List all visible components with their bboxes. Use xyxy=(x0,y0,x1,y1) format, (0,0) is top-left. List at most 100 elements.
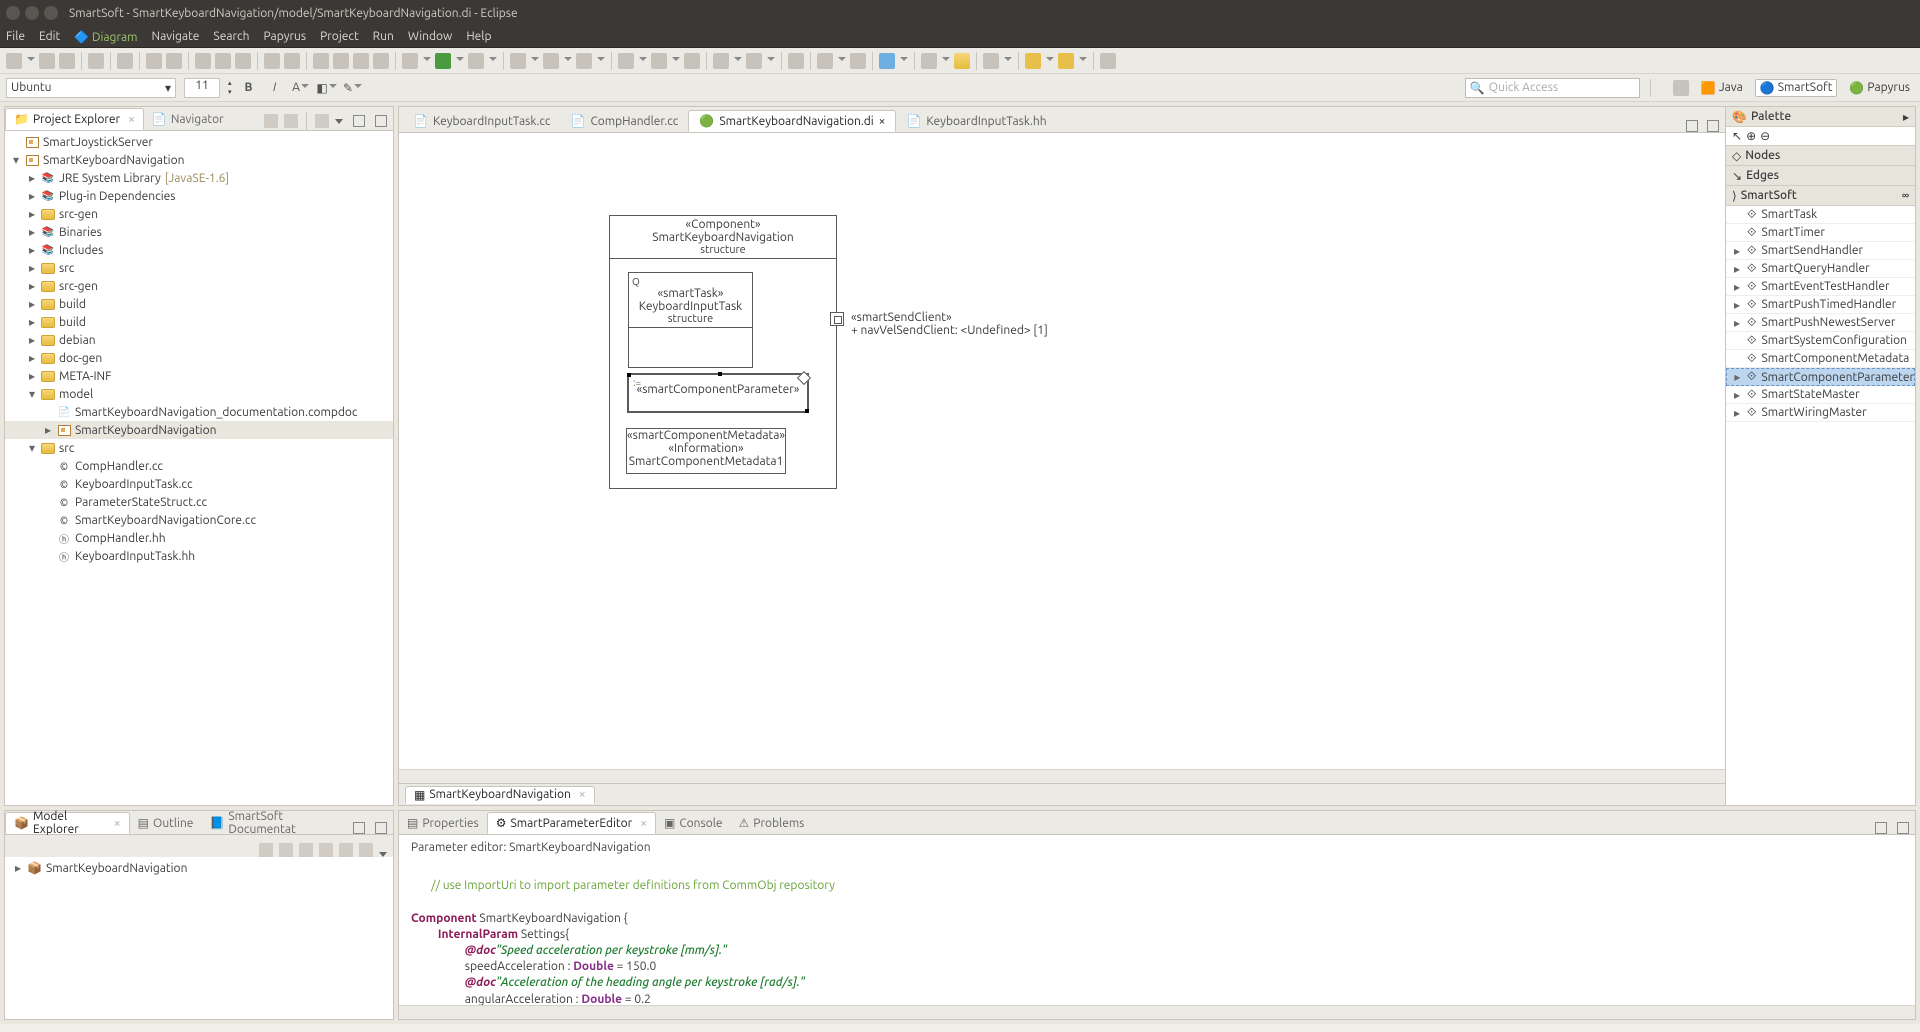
bold-button[interactable]: B xyxy=(240,79,258,97)
palette-item[interactable]: ▸⟐SmartComponentParameter xyxy=(1726,368,1915,386)
d2[interactable] xyxy=(564,57,572,65)
tree-item[interactable]: ⓗKeyboardInputTask.hh xyxy=(5,547,393,565)
tool3-icon[interactable] xyxy=(353,53,369,69)
align3-icon[interactable] xyxy=(576,53,592,69)
d12[interactable] xyxy=(1046,57,1054,65)
link-editor-icon[interactable] xyxy=(284,114,298,128)
view-menu-icon[interactable] xyxy=(335,119,343,124)
minimize-panel-icon[interactable] xyxy=(353,822,365,834)
sel1-icon[interactable] xyxy=(618,53,634,69)
tree-item[interactable]: ▸src xyxy=(5,259,393,277)
palette-item[interactable]: ▸⟐SmartEventTestHandler xyxy=(1726,278,1915,296)
palette-item[interactable]: ▸⟐SmartSendHandler xyxy=(1726,242,1915,260)
run-icon[interactable] xyxy=(435,53,451,69)
undo-icon[interactable] xyxy=(146,53,162,69)
editor-tab-comphandler-cc[interactable]: 📄 CompHandler.cc xyxy=(560,110,688,132)
palette-group-nodes[interactable]: ◇ Nodes xyxy=(1726,146,1915,166)
new-package-icon[interactable] xyxy=(921,53,937,69)
search-icon[interactable] xyxy=(983,53,999,69)
grid-icon[interactable] xyxy=(195,53,211,69)
font-size-select[interactable]: 11 xyxy=(184,78,220,98)
d4[interactable] xyxy=(639,57,647,65)
nav-fwd-icon[interactable] xyxy=(1058,53,1074,69)
palette-item[interactable]: ▸⟐SmartStateMaster xyxy=(1726,386,1915,404)
tree-item[interactable]: ▸debian xyxy=(5,331,393,349)
me-tool1-icon[interactable] xyxy=(259,843,273,857)
maximize-editor-icon[interactable] xyxy=(1707,120,1719,132)
snap-icon[interactable] xyxy=(235,53,251,69)
close-icon[interactable]: × xyxy=(879,115,886,128)
open-folder-icon[interactable] xyxy=(954,53,970,69)
tree-item[interactable]: ▾src xyxy=(5,439,393,457)
uml-smartsendclient[interactable]: «smartSendClient» + navVelSendClient: <U… xyxy=(851,311,1048,337)
palette-item[interactable]: ▸⟐SmartQueryHandler xyxy=(1726,260,1915,278)
d8[interactable] xyxy=(838,57,846,65)
model-root-item[interactable]: ▸📦SmartKeyboardNavigation xyxy=(5,859,393,877)
menu-project[interactable]: Project xyxy=(320,30,359,43)
menu-edit[interactable]: Edit xyxy=(39,30,60,43)
tree-item[interactable]: ▸SmartKeyboardNavigation xyxy=(5,421,393,439)
uml-port-icon[interactable] xyxy=(830,312,844,326)
editor-tab-keyboardinputtask-cc[interactable]: 📄 KeyboardInputTask.cc xyxy=(403,110,560,132)
menu-run[interactable]: Run xyxy=(373,30,394,43)
maximize-panel-icon[interactable] xyxy=(1897,822,1909,834)
perspective-smartsoft[interactable]: 🔵 SmartSoft xyxy=(1755,79,1838,97)
me-tool6-icon[interactable] xyxy=(359,843,373,857)
tool2-icon[interactable] xyxy=(333,53,349,69)
run-ext-icon[interactable] xyxy=(468,53,484,69)
tree-item[interactable]: ▸build xyxy=(5,295,393,313)
palette-item[interactable]: ▸⟐SmartPushNewestServer xyxy=(1726,314,1915,332)
nav-back-icon[interactable] xyxy=(1025,53,1041,69)
filter2-icon[interactable] xyxy=(850,53,866,69)
editor-tab-keyboardinputtask-hh[interactable]: 📄 KeyboardInputTask.hh xyxy=(896,110,1056,132)
perspective-papyrus[interactable]: 🟢 Papyrus xyxy=(1845,80,1914,96)
fill-color-button[interactable]: ◧ xyxy=(318,79,336,97)
close-icon[interactable] xyxy=(6,6,20,20)
ruler-icon[interactable] xyxy=(215,53,231,69)
tab-console[interactable]: ▣ Console xyxy=(656,812,731,834)
minimize-panel-icon[interactable] xyxy=(353,115,365,127)
close-icon[interactable]: × xyxy=(640,817,647,830)
line-color-button[interactable]: ✎ xyxy=(344,79,362,97)
build-icon[interactable] xyxy=(88,53,104,69)
tree-item[interactable]: 📄SmartKeyboardNavigation_documentation.c… xyxy=(5,403,393,421)
tab-navigator[interactable]: 📄 Navigator xyxy=(144,108,232,130)
tree-item[interactable]: ▸build xyxy=(5,313,393,331)
close-icon[interactable]: × xyxy=(128,113,135,126)
d6[interactable] xyxy=(734,57,742,65)
font-color-button[interactable]: A xyxy=(292,79,310,97)
collapse-all-icon[interactable] xyxy=(264,114,278,128)
perspective-java[interactable]: 🟧 Java xyxy=(1697,80,1747,96)
zoom-in-icon[interactable]: ⊕ xyxy=(1746,129,1756,143)
tree-item[interactable]: ▸📚JRE System Library [JavaSE-1.6] xyxy=(5,169,393,187)
new-drop-icon[interactable] xyxy=(27,57,35,65)
tree-item[interactable]: ©SmartKeyboardNavigationCore.cc xyxy=(5,511,393,529)
tree-item[interactable]: ▸META-INF xyxy=(5,367,393,385)
tree-item[interactable]: ▸📚Plug-in Dependencies xyxy=(5,187,393,205)
menu-window[interactable]: Window xyxy=(408,30,452,43)
tree-item[interactable]: ▸src-gen xyxy=(5,277,393,295)
tool4-icon[interactable] xyxy=(373,53,389,69)
tree-item[interactable]: ▾SmartKeyboardNavigation xyxy=(5,151,393,169)
sel2-icon[interactable] xyxy=(651,53,667,69)
palette-group-smartsoft[interactable]: ⟩ SmartSoft∞ xyxy=(1726,186,1915,206)
close-icon[interactable]: × xyxy=(114,817,121,830)
minimize-panel-icon[interactable] xyxy=(1875,822,1887,834)
menu-help[interactable]: Help xyxy=(466,30,491,43)
tree-item[interactable]: ▸📚Binaries xyxy=(5,223,393,241)
hscroll-stub[interactable] xyxy=(399,769,1725,783)
tab-outline[interactable]: ▤ Outline xyxy=(130,812,202,834)
filter1-icon[interactable] xyxy=(817,53,833,69)
palette-item[interactable]: ⟐SmartComponentMetadata xyxy=(1726,350,1915,368)
ext-drop-icon[interactable] xyxy=(489,57,497,65)
close-icon[interactable]: × xyxy=(579,788,586,801)
menu-search[interactable]: Search xyxy=(213,30,249,43)
d5[interactable] xyxy=(672,57,680,65)
redo-icon[interactable] xyxy=(166,53,182,69)
new-icon[interactable] xyxy=(6,53,22,69)
uml-smartcomponentmetadata[interactable]: «smartComponentMetadata» «Information» S… xyxy=(626,428,786,474)
editor-tab-di-active[interactable]: 🟢 SmartKeyboardNavigation.di× xyxy=(688,110,896,132)
tab-properties[interactable]: ▤ Properties xyxy=(399,812,487,834)
maximize-icon[interactable] xyxy=(44,6,58,20)
globe-icon[interactable] xyxy=(879,53,895,69)
